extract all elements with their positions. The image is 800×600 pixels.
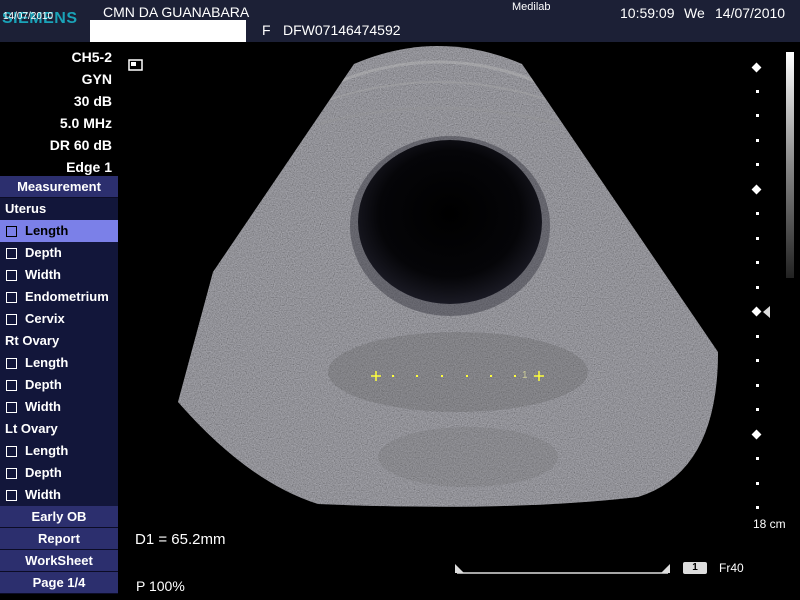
checkbox[interactable] (6, 225, 17, 237)
menu-item-label: Width (25, 399, 61, 414)
checkbox[interactable] (6, 445, 17, 457)
menu-item-label: Length (25, 443, 69, 458)
param-transducer: CH5-2 (71, 49, 112, 65)
depth-scale (748, 56, 768, 516)
param-frequency: 5.0 MHz (59, 115, 112, 131)
header-bar: SIEMENS 14/07/2010 CMN DA GUANABARA F DF… (0, 0, 800, 42)
menu-item-rt-ovary-width[interactable]: Width (0, 396, 118, 418)
menu-item-label: Cervix (25, 311, 65, 326)
scale-major-tick (751, 306, 762, 317)
scale-tick (756, 457, 759, 460)
checkbox[interactable] (6, 357, 17, 369)
hospital-name: CMN DA GUANABARA (103, 4, 250, 20)
scale-tick (756, 286, 759, 289)
menu-item-endometrium[interactable]: Endometrium (0, 286, 118, 308)
scale-tick (756, 482, 759, 485)
institution-name: Medilab (512, 1, 551, 13)
menu-item-label: Length (25, 223, 69, 238)
scale-tick (756, 359, 759, 362)
patient-sex: F (262, 22, 271, 38)
acoustic-power: P 100% (136, 578, 185, 594)
menu-item-lt-ovary-depth[interactable]: Depth (0, 462, 118, 484)
group-lt-ovary: Lt Ovary (0, 418, 118, 440)
menu-item-rt-ovary-depth[interactable]: Depth (0, 374, 118, 396)
menu-item-label: Depth (25, 245, 62, 260)
checkbox[interactable] (6, 401, 17, 413)
menu-item-label: Depth (25, 465, 62, 480)
checkbox[interactable] (6, 291, 17, 303)
scale-major-tick (751, 62, 762, 73)
checkbox[interactable] (6, 489, 17, 501)
menu-item-label: Length (25, 355, 69, 370)
focus-marker-icon[interactable] (763, 306, 770, 318)
measurement-result: D1 = 65.2mm (135, 531, 226, 548)
scale-tick (756, 139, 759, 142)
param-gain: 30 dB (73, 93, 112, 109)
menu-item-cervix[interactable]: Cervix (0, 308, 118, 330)
frame-rate: Fr40 (719, 561, 744, 575)
menu-item-lt-ovary-length[interactable]: Length (0, 440, 118, 462)
param-edge: Edge 1 (66, 159, 112, 175)
menu-item-label: Endometrium (25, 289, 109, 304)
exam-date: 14/07/2010 (715, 5, 786, 21)
scale-tick (756, 261, 759, 264)
scale-tick (756, 237, 759, 240)
report-button[interactable]: Report (0, 528, 118, 550)
menu-item-uterus-width[interactable]: Width (0, 264, 118, 286)
probe-orientation-icon (128, 59, 143, 71)
menu-item-uterus-length[interactable]: Length (0, 220, 118, 242)
param-preset: GYN (81, 71, 112, 87)
menu-item-label: Depth (25, 377, 62, 392)
menu-item-rt-ovary-length[interactable]: Length (0, 352, 118, 374)
grayscale-bar (786, 52, 794, 278)
menu-item-lt-ovary-width[interactable]: Width (0, 484, 118, 506)
cine-index-badge: 1 (683, 562, 707, 574)
ultrasound-image[interactable] (118, 42, 738, 522)
param-dynamic-range: DR 60 dB (49, 137, 112, 153)
checkbox[interactable] (6, 313, 17, 325)
checkbox[interactable] (6, 379, 17, 391)
early-ob-button[interactable]: Early OB (0, 506, 118, 528)
caliper-label: 1 (522, 370, 528, 381)
imaging-parameters: CH5-2 GYN 30 dB 5.0 MHz DR 60 dB Edge 1 (0, 46, 112, 178)
checkbox[interactable] (6, 467, 17, 479)
checkbox[interactable] (6, 247, 17, 259)
scale-tick (756, 212, 759, 215)
checkbox[interactable] (6, 269, 17, 281)
exam-weekday: We (684, 5, 705, 21)
scale-tick (756, 384, 759, 387)
cine-timeline[interactable] (455, 562, 670, 574)
menu-item-label: Width (25, 487, 61, 502)
scale-tick (756, 335, 759, 338)
scale-tick (756, 90, 759, 93)
scale-tick (756, 408, 759, 411)
sector-fan (178, 46, 718, 507)
logo-date: 14/07/2010 (3, 11, 54, 22)
group-uterus: Uterus (0, 198, 118, 220)
menu-item-uterus-depth[interactable]: Depth (0, 242, 118, 264)
depth-label: 18 cm (753, 517, 786, 531)
exam-time: 10:59:09 (620, 5, 675, 21)
scale-major-tick (751, 184, 762, 195)
group-rt-ovary: Rt Ovary (0, 330, 118, 352)
worksheet-button[interactable]: WorkSheet (0, 550, 118, 572)
scale-tick (756, 163, 759, 166)
menu-item-label: Width (25, 267, 61, 282)
menu-title[interactable]: Measurement (0, 176, 118, 198)
patient-name-redacted (90, 20, 246, 42)
patient-id: DFW07146474592 (283, 22, 401, 38)
measurement-menu: Measurement Uterus Length Depth Width En… (0, 176, 118, 594)
page-button[interactable]: Page 1/4 (0, 572, 118, 594)
scale-major-tick (751, 429, 762, 440)
scale-tick (756, 506, 759, 509)
scale-tick (756, 114, 759, 117)
